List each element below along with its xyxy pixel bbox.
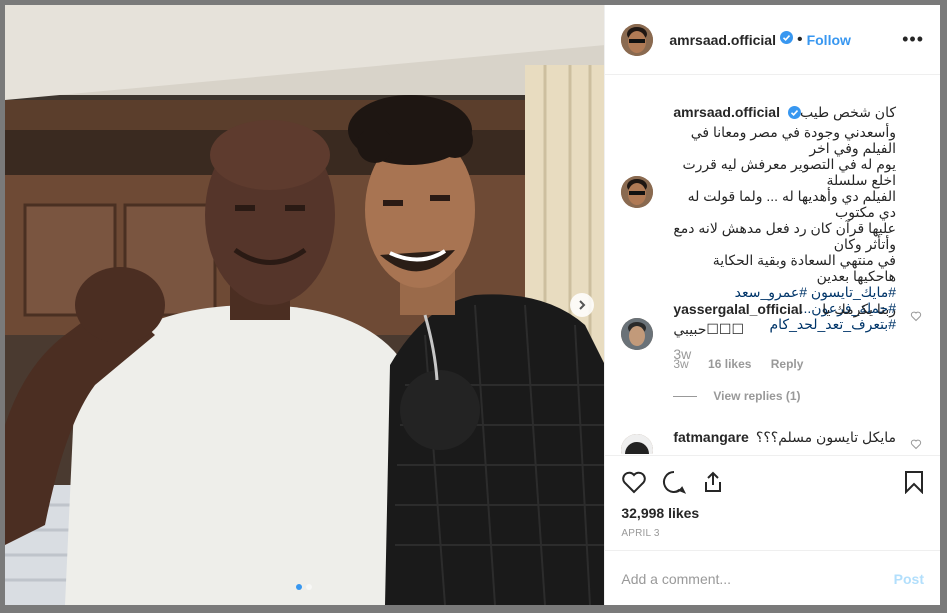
heart-icon[interactable]	[910, 437, 922, 454]
post-sidebar: amrsaad.official • Follow ••• amrsaad.of…	[604, 5, 940, 605]
add-comment-bar: Add a comment... Post	[605, 550, 940, 606]
view-replies-button[interactable]: View replies (1)	[673, 389, 801, 403]
comment-button[interactable]	[661, 470, 687, 499]
carousel-indicator	[296, 584, 312, 590]
comment-text: ربنا يكرمك يا	[822, 301, 896, 317]
comment-input[interactable]: Add a comment...	[621, 571, 731, 587]
likes-count[interactable]: 32,998 likes	[621, 505, 699, 521]
share-icon	[705, 471, 722, 492]
avatar[interactable]	[621, 23, 654, 56]
post-photo[interactable]	[5, 5, 605, 605]
caption-line: عليها قرآن كان رد فعل مدهش لانه دمع وأتأ…	[673, 220, 896, 252]
comments-section[interactable]: amrsaad.official كان شخص طيب وأسعدني وجو…	[605, 76, 940, 454]
caption-avatar[interactable]	[621, 176, 654, 208]
save-button[interactable]	[904, 470, 924, 499]
comment-avatar[interactable]	[621, 318, 654, 350]
comment-avatar[interactable]	[621, 434, 654, 454]
post-date[interactable]: APRIL 3	[621, 528, 659, 539]
header-separator: •	[796, 30, 803, 48]
caption-username[interactable]: amrsaad.official	[673, 104, 780, 120]
comment-time[interactable]: 3w	[673, 357, 688, 371]
caption-line: في منتهي السعادة وبقية الحكاية هاحكيها ب…	[712, 252, 896, 284]
caption-line: يوم له في التصوير معرفش ليه قررت اخلع سل…	[682, 156, 896, 188]
verified-badge-icon	[779, 30, 793, 49]
action-bar	[605, 455, 940, 500]
follow-button[interactable]: Follow	[807, 32, 851, 48]
caption-line: الفيلم دي وأهديها له ... ولما قولت له دي…	[687, 188, 896, 220]
header-username[interactable]: amrsaad.official	[669, 32, 776, 48]
comment-icon	[663, 471, 687, 494]
comment-likes[interactable]: 16 likes	[708, 357, 751, 371]
comment-username[interactable]: yassergalal_official	[673, 301, 802, 317]
comment-username[interactable]: fatmangare	[673, 429, 748, 445]
like-button[interactable]	[621, 470, 647, 499]
next-photo-button[interactable]	[570, 293, 594, 317]
comment-text: حبيبي☐☐☐	[673, 321, 745, 337]
carousel-dot-2	[306, 584, 312, 590]
reply-button[interactable]: Reply	[771, 357, 804, 371]
heart-icon[interactable]	[910, 309, 922, 327]
post-header: amrsaad.official • Follow •••	[605, 5, 940, 75]
caption-line: وأسعدني وجودة في مصر ومعانا في الفيلم وف…	[690, 124, 896, 156]
bookmark-icon	[905, 471, 923, 495]
share-button[interactable]	[701, 470, 725, 499]
more-options-button[interactable]: •••	[902, 29, 924, 50]
chevron-right-icon	[579, 300, 586, 310]
comment-text: مايكل تايسون مسلم؟؟؟	[755, 429, 896, 445]
divider	[673, 396, 698, 398]
heart-icon	[622, 471, 647, 494]
caption-line: كان شخص طيب	[799, 104, 896, 120]
post-modal: amrsaad.official • Follow ••• amrsaad.of…	[5, 5, 940, 605]
carousel-dot-1	[296, 584, 302, 590]
post-comment-button[interactable]: Post	[894, 571, 924, 587]
